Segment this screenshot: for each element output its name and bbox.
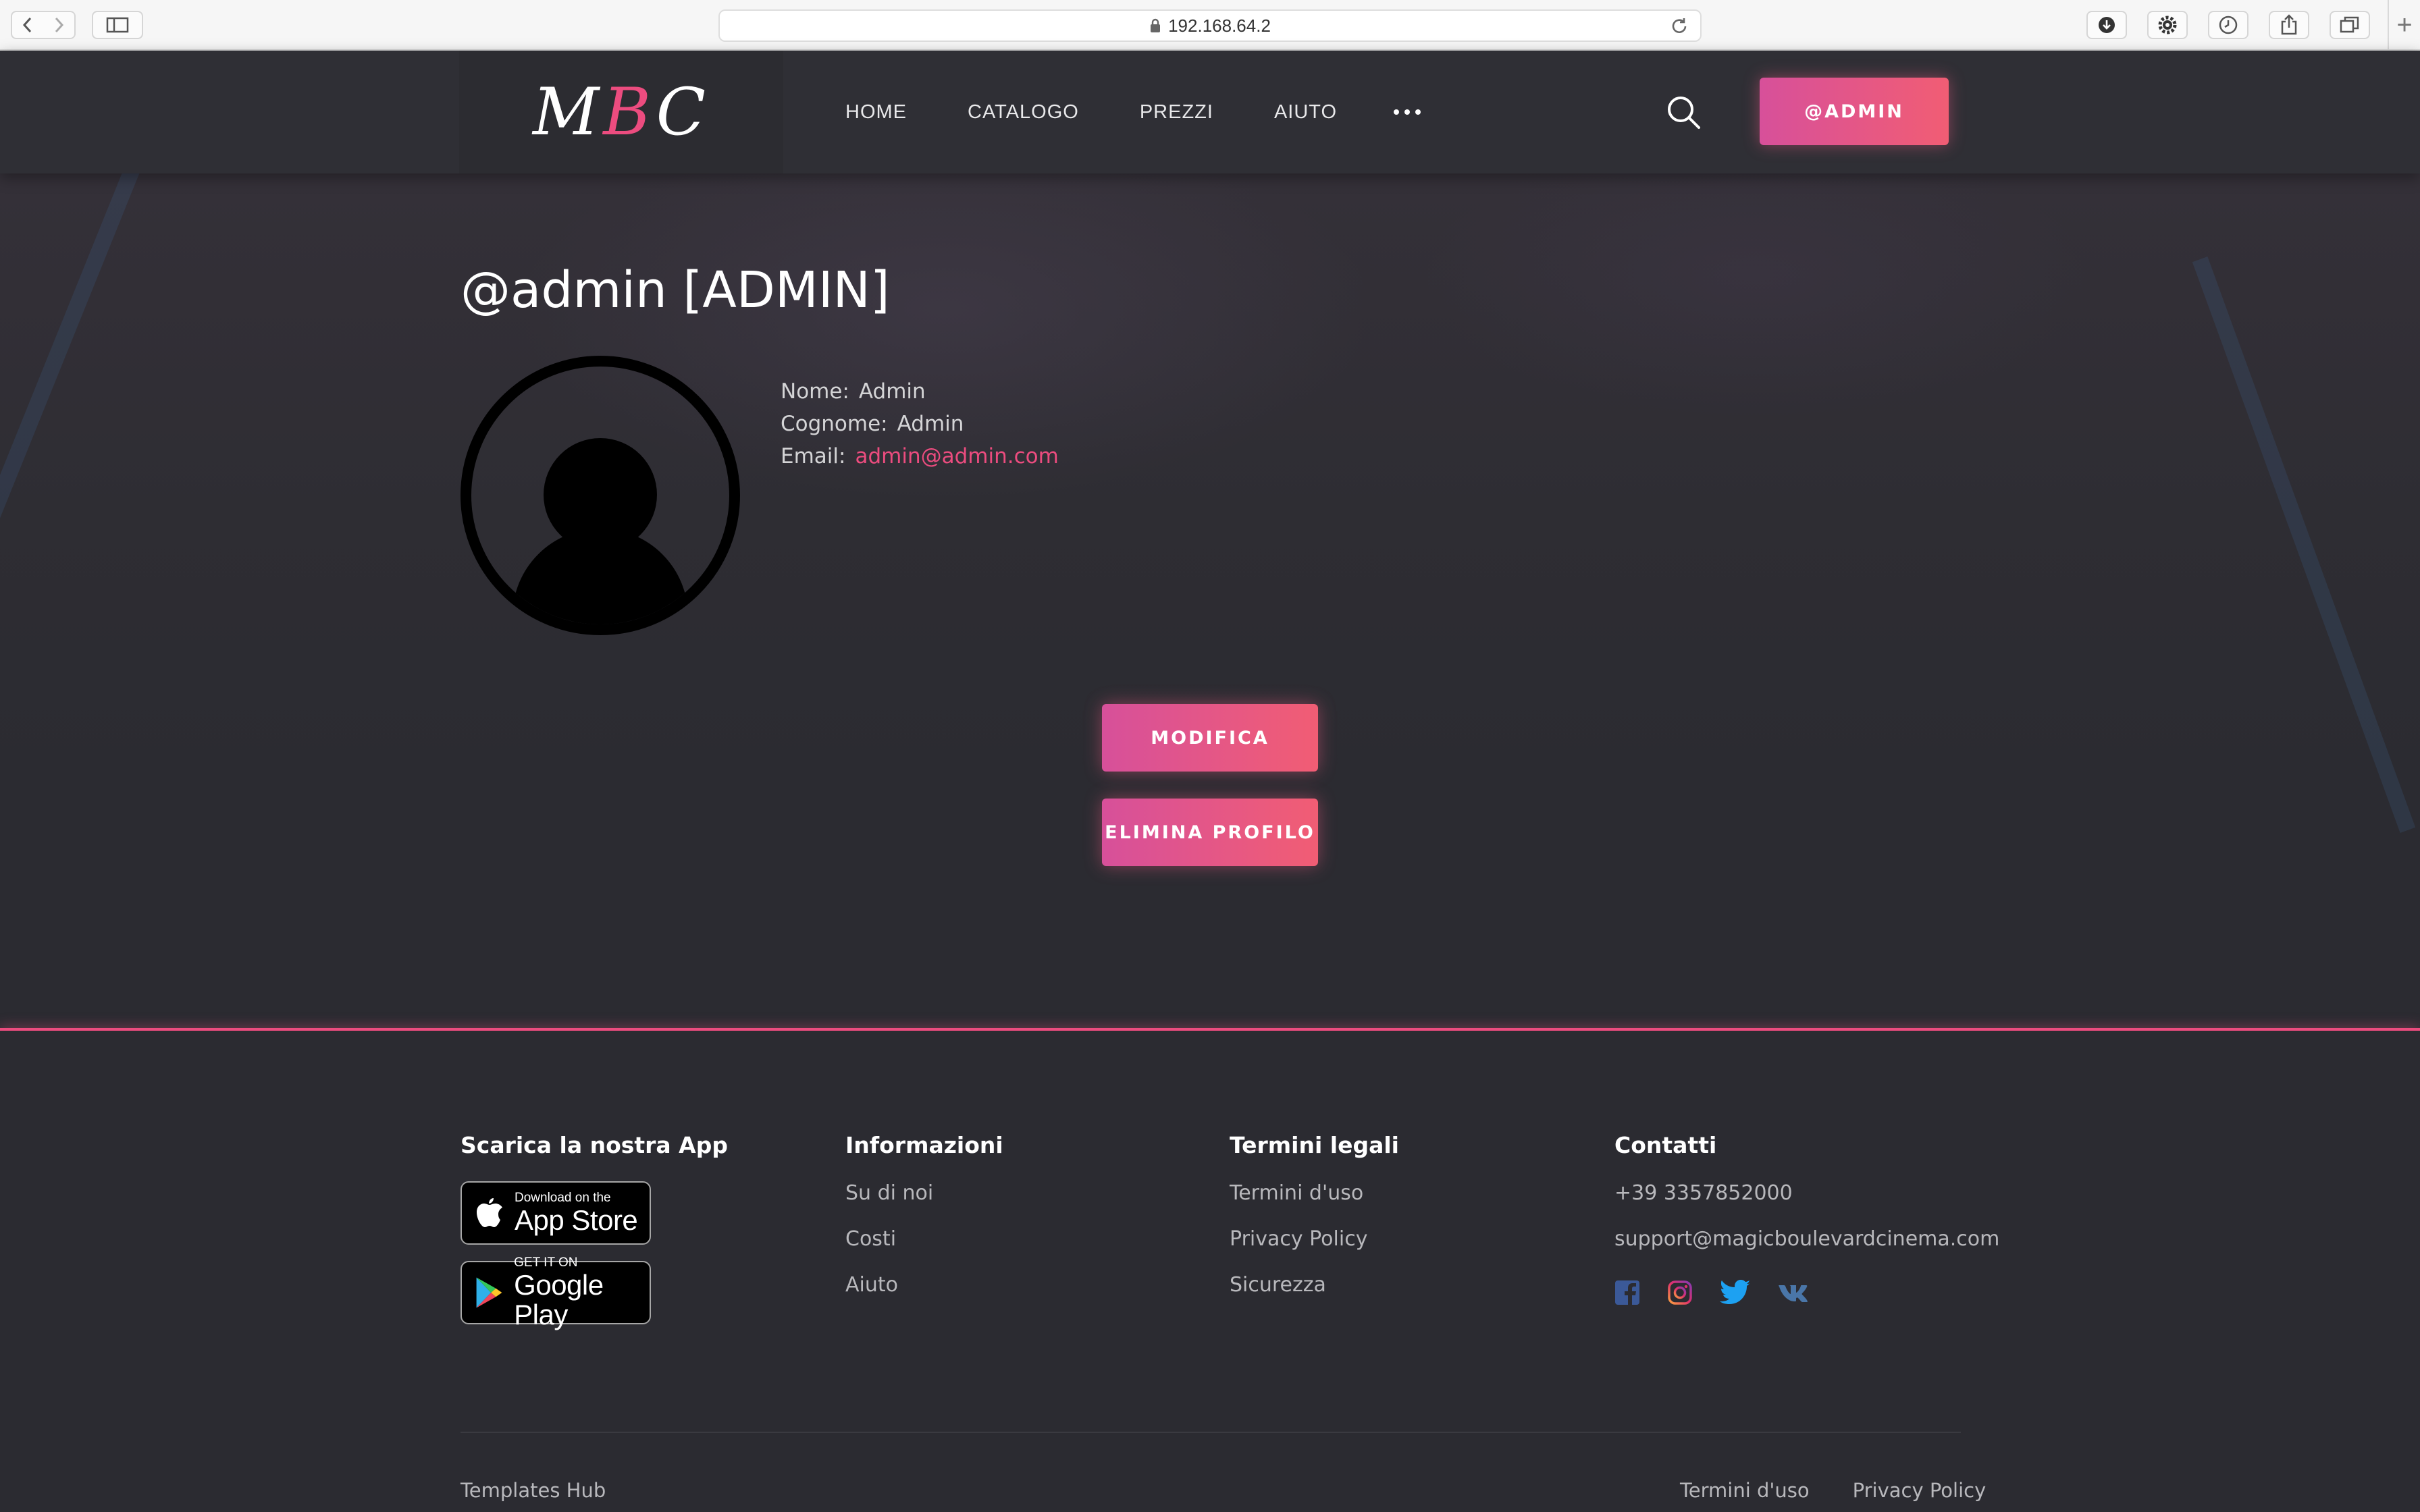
google-play-badge[interactable]: GET IT ON Google Play: [461, 1256, 651, 1330]
lock-icon: [1151, 18, 1161, 32]
footer-app-column: Scarica la nostra App Download on the Ap…: [461, 1132, 728, 1341]
clock-icon: [2219, 16, 2238, 34]
new-tab-button[interactable]: +: [2388, 0, 2420, 51]
instagram-icon[interactable]: [1667, 1280, 1693, 1305]
tabs-button[interactable]: [2330, 11, 2370, 39]
logo[interactable]: MBC: [459, 51, 783, 173]
profile-field-email: Email: admin@admin.com: [781, 444, 1059, 477]
sidebar-icon: [106, 17, 129, 33]
profile-info: Nome: Admin Cognome: Admin Email: admin@…: [781, 379, 1059, 477]
footer-link-costi[interactable]: Costi: [845, 1227, 1003, 1273]
social-links: [1614, 1280, 1999, 1305]
footer-legal-column: Termini legali Termini d'uso Privacy Pol…: [1230, 1132, 1399, 1319]
share-icon: [2281, 14, 2297, 35]
footer: Scarica la nostra App Download on the Ap…: [0, 1028, 2420, 1512]
search-icon[interactable]: [1664, 92, 1704, 133]
footer-contacts-column: Contatti +39 3357852000 support@magicbou…: [1614, 1132, 1999, 1305]
footer-heading: Scarica la nostra App: [461, 1132, 728, 1158]
field-label: Email:: [781, 444, 846, 468]
field-label: Nome:: [781, 379, 849, 404]
twitter-icon[interactable]: [1720, 1280, 1751, 1305]
footer-link-sicurezza[interactable]: Sicurezza: [1230, 1273, 1399, 1319]
field-value: Admin: [897, 412, 964, 436]
footer-link-aiuto[interactable]: Aiuto: [845, 1273, 1003, 1319]
vk-icon[interactable]: [1778, 1282, 1809, 1303]
footer-heading: Contatti: [1614, 1132, 1717, 1158]
app-store-badge[interactable]: Download on the App Store: [461, 1181, 651, 1245]
field-label: Cognome:: [781, 412, 888, 436]
nav-prezzi[interactable]: PREZZI: [1140, 101, 1213, 124]
history-nav: [11, 11, 76, 39]
more-menu-icon[interactable]: [1394, 109, 1421, 115]
main-nav: HOME CATALOGO PREZZI AIUTO: [845, 51, 1421, 173]
facebook-icon[interactable]: [1614, 1280, 1640, 1305]
bottom-link-privacy[interactable]: Privacy Policy: [1853, 1479, 1987, 1502]
page-title: @admin [ADMIN]: [461, 261, 890, 319]
footer-link-privacy[interactable]: Privacy Policy: [1230, 1227, 1399, 1273]
share-button[interactable]: [2269, 11, 2309, 39]
url-text: 192.168.64.2: [1168, 15, 1271, 36]
sidebar-toggle-button[interactable]: [92, 11, 143, 39]
badge-big-text: App Store: [515, 1204, 638, 1236]
apple-icon: [477, 1198, 502, 1227]
footer-heading: Informazioni: [845, 1132, 1003, 1158]
delete-profile-button[interactable]: ELIMINA PROFILO: [1102, 799, 1318, 866]
extension-button[interactable]: [2147, 11, 2188, 39]
copyright[interactable]: Templates Hub: [461, 1479, 606, 1502]
footer-divider: [461, 1432, 1961, 1433]
downloads-button[interactable]: [2086, 11, 2127, 39]
footer-heading: Termini legali: [1230, 1132, 1399, 1158]
background-decoration: [0, 173, 157, 695]
site-header: MBC HOME CATALOGO PREZZI AIUTO @ADMIN: [0, 51, 2420, 173]
email-link[interactable]: admin@admin.com: [855, 444, 1058, 477]
badge-big-text: Google Play: [514, 1269, 604, 1330]
avatar: [461, 356, 740, 635]
nav-home[interactable]: HOME: [845, 101, 907, 124]
field-value: Admin: [858, 379, 926, 404]
user-menu-button[interactable]: @ADMIN: [1760, 78, 1949, 145]
forward-icon[interactable]: [52, 16, 65, 34]
browser-toolbar: 192.168.64.2 +: [0, 0, 2420, 51]
badge-small-text: GET IT ON: [514, 1256, 578, 1270]
tabs-icon: [2340, 16, 2359, 33]
footer-link-su-di-noi[interactable]: Su di noi: [845, 1181, 1003, 1227]
gear-icon: [2158, 16, 2177, 34]
contact-email[interactable]: support@magicboulevardcinema.com: [1614, 1227, 1999, 1273]
bottom-link-termini[interactable]: Termini d'uso: [1680, 1479, 1810, 1502]
user-silhouette-icon: [512, 438, 688, 624]
google-play-icon: [476, 1277, 502, 1308]
profile-section: @admin [ADMIN] Nome: Admin Cognome: Admi…: [0, 173, 2420, 1029]
reload-icon[interactable]: [1669, 16, 1689, 36]
profile-field-nome: Nome: Admin: [781, 379, 1059, 412]
plus-icon: +: [2396, 10, 2413, 40]
profile-field-cognome: Cognome: Admin: [781, 412, 1059, 444]
logo-text: MBC: [532, 74, 710, 150]
edit-profile-button[interactable]: MODIFICA: [1102, 704, 1318, 772]
nav-aiuto[interactable]: AIUTO: [1274, 101, 1337, 124]
badge-small-text: Download on the: [515, 1191, 611, 1205]
footer-link-termini[interactable]: Termini d'uso: [1230, 1181, 1399, 1227]
footer-bottom-links: Termini d'uso Privacy Policy: [1680, 1479, 1986, 1502]
history-button[interactable]: [2208, 11, 2248, 39]
download-icon: [2099, 17, 2115, 33]
nav-catalogo[interactable]: CATALOGO: [968, 101, 1079, 124]
address-bar[interactable]: 192.168.64.2: [718, 9, 1702, 42]
background-decoration: [2192, 256, 2416, 833]
footer-info-column: Informazioni Su di noi Costi Aiuto: [845, 1132, 1003, 1319]
back-icon[interactable]: [21, 16, 34, 34]
contact-phone[interactable]: +39 3357852000: [1614, 1181, 1999, 1227]
